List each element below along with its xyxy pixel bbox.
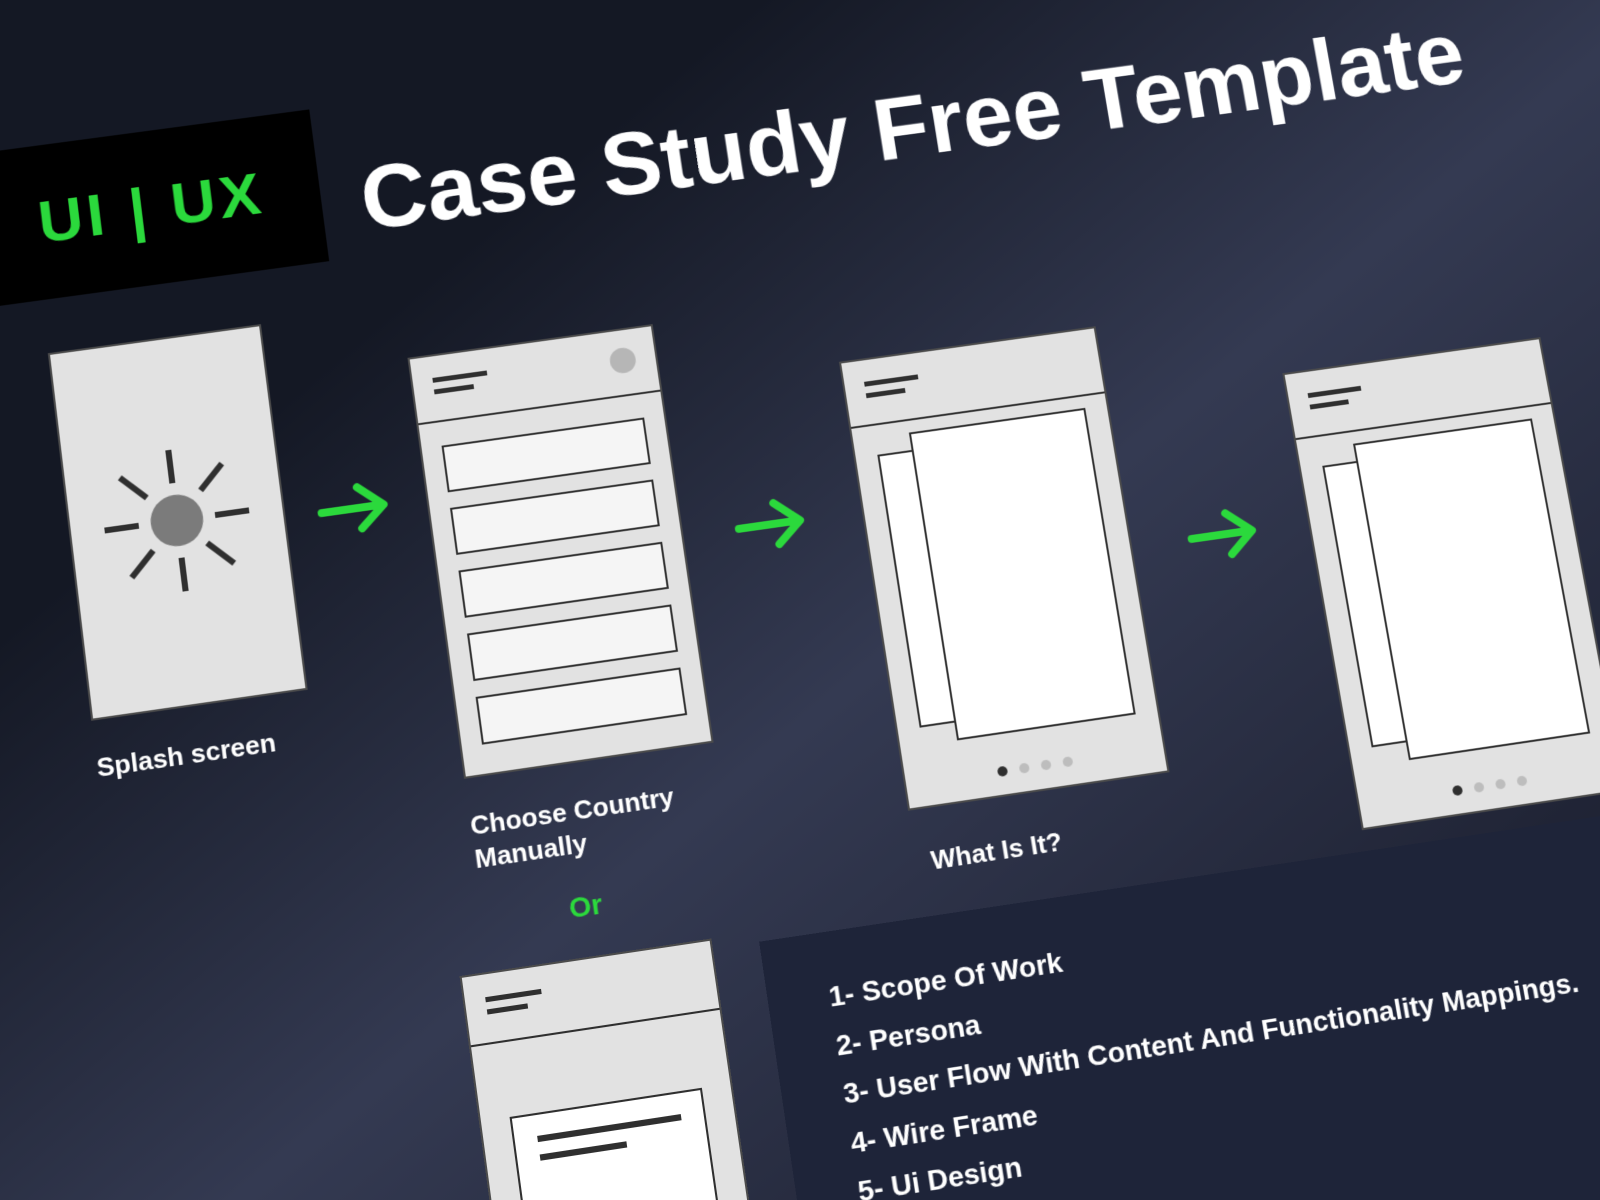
wireframe-choose-country-auto	[460, 939, 775, 1200]
page-title: Case Study Free Template	[355, 4, 1472, 251]
arrow-icon	[307, 468, 406, 549]
arrow-icon	[724, 484, 823, 565]
wireframe-splash	[48, 324, 308, 721]
tilted-stage: UI | UX Case Study Free Template Splash …	[0, 0, 1600, 1200]
caption-splash: Splash screen	[95, 726, 278, 784]
logo-badge: UI | UX	[0, 109, 329, 307]
canvas: UI | UX Case Study Free Template Splash …	[0, 0, 1600, 1200]
logo-text: UI | UX	[34, 159, 268, 257]
toc-panel: 1- Scope Of Work 2- Persona 3- User Flow…	[759, 780, 1600, 1200]
wireframe-notification	[1282, 337, 1600, 830]
caption-or: Or	[567, 888, 604, 925]
arrow-icon	[1176, 494, 1275, 574]
wireframe-choose-country	[407, 324, 713, 779]
caption-choose-country: Choose Country Manually	[468, 780, 680, 875]
caption-what-is-it: What Is It?	[929, 825, 1065, 877]
wireframe-what-is-it	[839, 326, 1170, 811]
toc-list: 1- Scope Of Work 2- Persona 3- User Flow…	[825, 863, 1600, 1200]
